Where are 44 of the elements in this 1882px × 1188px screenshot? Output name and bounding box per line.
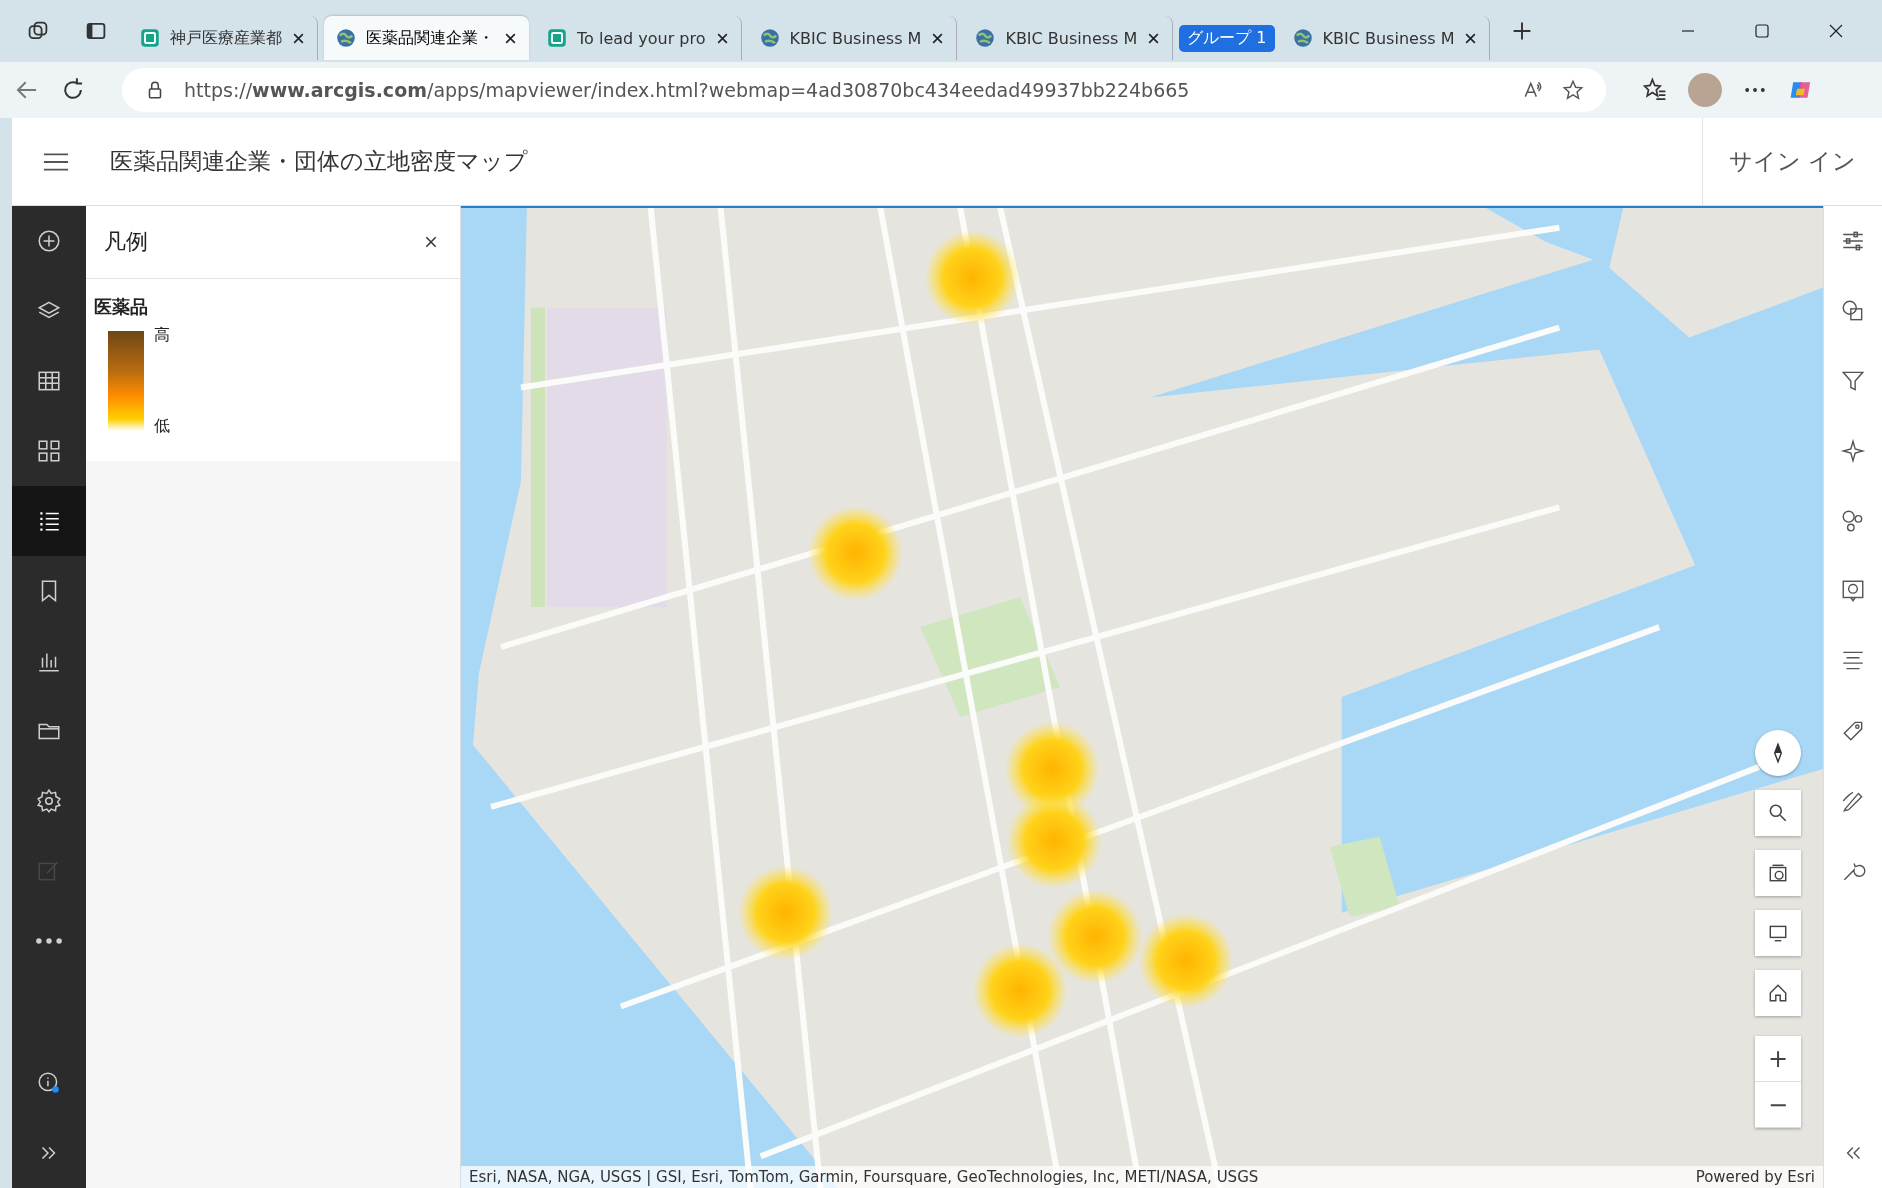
search-icon — [1767, 802, 1789, 824]
close-icon[interactable] — [715, 31, 729, 45]
sparkle-icon — [1840, 438, 1866, 464]
browser-tab[interactable]: KBIC Business M — [747, 16, 958, 60]
app-icon — [547, 28, 567, 48]
popup-icon — [1840, 578, 1866, 604]
menu-icon[interactable] — [42, 150, 70, 173]
close-icon[interactable] — [1464, 31, 1478, 45]
maximize-icon[interactable] — [1752, 21, 1772, 41]
home-icon — [1767, 982, 1789, 1004]
globe-icon — [1292, 28, 1313, 48]
map-attribution: Esri, NASA, NGA, USGS | GSI, Esri, TomTom, Garmin, Foursquare, GeoTechnologies, Inc, METI/NASA, USGS — [469, 1168, 1259, 1186]
powered-by-link[interactable]: Powered by Esri — [1695, 1168, 1815, 1186]
close-icon[interactable] — [504, 31, 517, 45]
globe-icon — [975, 28, 996, 48]
zoom-in-button[interactable]: + — [1755, 1036, 1801, 1082]
globe-icon — [759, 28, 780, 48]
legend-button[interactable] — [12, 486, 86, 556]
basemap-button[interactable] — [1755, 850, 1801, 896]
address-field[interactable]: https://www.arcgis.com/apps/mapviewer/index.html?webmap=4ad30870bc434eedad49937bb224b665 — [122, 68, 1606, 112]
star-icon[interactable] — [1562, 79, 1584, 101]
close-icon[interactable] — [1147, 31, 1161, 45]
browser-tab[interactable]: KBIC Business M — [963, 16, 1174, 60]
close-icon[interactable] — [931, 31, 945, 45]
tab-group-label[interactable]: グループ 1 — [1179, 24, 1275, 52]
browser-tab[interactable]: 医薬品関連企業・ — [324, 16, 529, 60]
browser-tab[interactable]: To lead your pro — [535, 16, 742, 60]
ramp-label: 低 — [154, 416, 170, 437]
search-button[interactable] — [1755, 790, 1801, 836]
layer-name: 医薬品 — [94, 295, 149, 319]
favorites-icon[interactable] — [1642, 77, 1668, 103]
fullscreen-button[interactable] — [1755, 910, 1801, 956]
globe-frame-icon — [1767, 862, 1789, 884]
browser-tab[interactable]: 神戸医療産業都 — [128, 16, 318, 60]
app-title: 医薬品関連企業・団体の立地密度マップ — [110, 147, 528, 176]
zoom-out-button[interactable]: − — [1755, 1082, 1801, 1128]
home-button[interactable] — [1755, 970, 1801, 1016]
close-icon[interactable] — [292, 31, 305, 45]
panel-title: 凡例 — [104, 228, 148, 256]
globe-icon — [336, 28, 356, 48]
browser-tab[interactable]: KBIC Business M — [1280, 16, 1491, 60]
app-icon — [140, 28, 160, 48]
close-icon[interactable] — [424, 235, 438, 249]
ramp-label: 高 — [154, 325, 170, 346]
